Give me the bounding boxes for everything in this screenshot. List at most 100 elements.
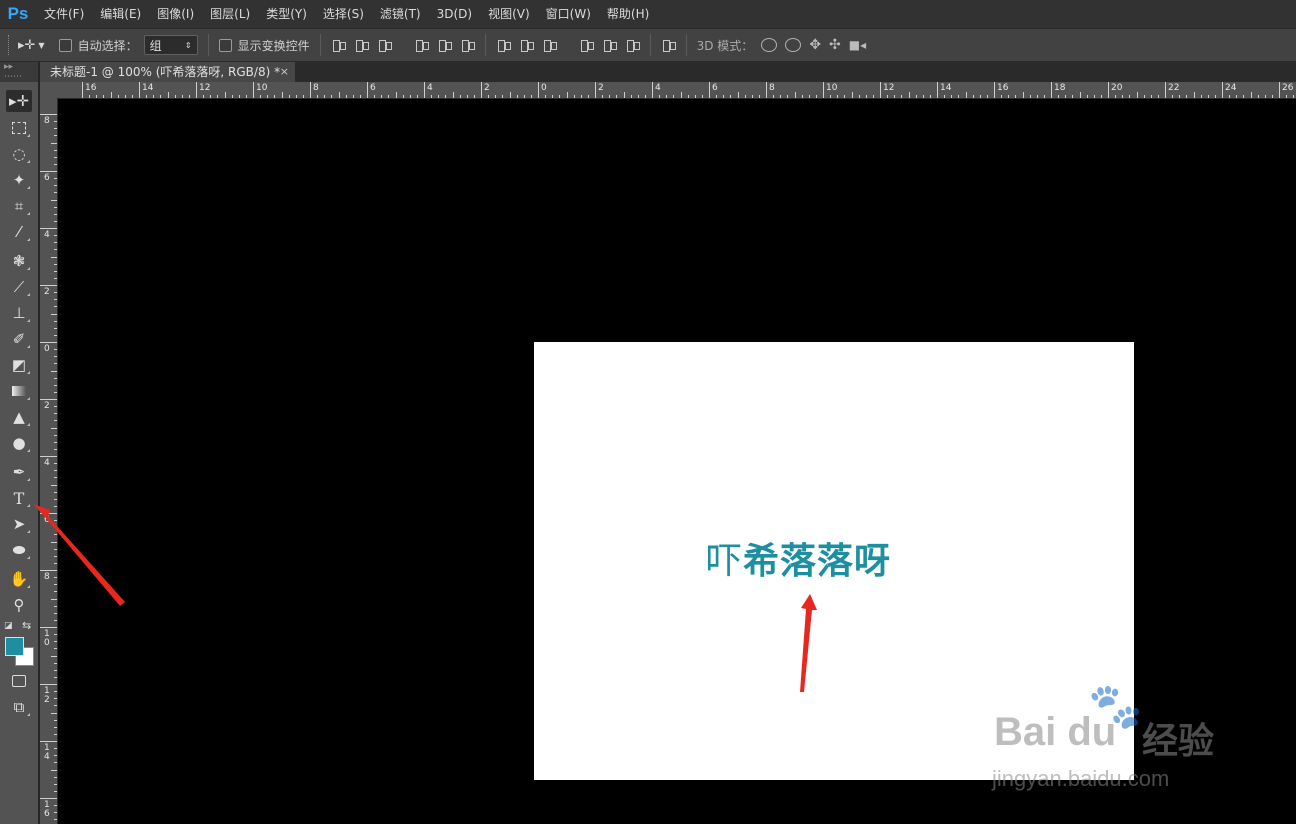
ruler-minor-tick <box>54 249 57 251</box>
align-hcenter-icon[interactable] <box>437 38 452 52</box>
align-top-icon[interactable] <box>331 38 346 52</box>
ruler-minor-tick <box>1243 95 1245 98</box>
ruler-minor-tick <box>54 263 57 265</box>
distribute-right-icon[interactable] <box>625 38 640 52</box>
ruler-minor-tick <box>274 95 276 98</box>
align-vcenter-icon[interactable] <box>354 38 369 52</box>
distribute-bottom-icon[interactable] <box>542 38 557 52</box>
history-brush-icon[interactable]: ✐ <box>6 328 32 350</box>
ruler-major-tick <box>40 798 57 799</box>
ruler-minor-tick <box>103 95 105 98</box>
swap-colors-icon[interactable]: ⇆ <box>22 619 31 632</box>
ruler-minor-tick <box>409 95 411 98</box>
pen-icon[interactable]: ✒ <box>6 461 32 483</box>
ruler-major-tick <box>40 684 57 685</box>
ruler-minor-tick <box>54 156 57 158</box>
move-tool-icon[interactable]: ▸✛ <box>6 90 32 112</box>
ruler-minor-tick <box>54 420 57 422</box>
type-icon[interactable]: T <box>6 487 32 509</box>
toolbox-header[interactable]: ▸▸ ⋯⋯ <box>0 62 38 82</box>
ruler-minor-tick <box>54 805 57 807</box>
menu-image[interactable]: 图像(I) <box>149 0 202 28</box>
drag-3d-icon[interactable]: ✥ <box>809 37 821 53</box>
brush-icon[interactable]: ⟋ <box>6 276 32 298</box>
vertical-ruler[interactable]: 8 6 4 2 0 2 4 6 8 1 0 1 2 1 4 1 6 <box>40 98 58 824</box>
eraser-icon[interactable]: ◩ <box>6 354 32 376</box>
menu-view[interactable]: 视图(V) <box>480 0 538 28</box>
foreground-color-swatch[interactable] <box>5 637 24 656</box>
distribute-left-icon[interactable] <box>579 38 594 52</box>
ruler-minor-tick <box>1122 95 1124 98</box>
ruler-minor-tick <box>317 95 319 98</box>
ruler-minor-tick <box>388 95 390 98</box>
rotate-3d-icon[interactable] <box>761 38 778 52</box>
options-grip[interactable] <box>8 35 12 55</box>
menu-edit[interactable]: 编辑(E) <box>92 0 149 28</box>
auto-select-checkbox[interactable] <box>58 38 72 52</box>
align-right-icon[interactable] <box>460 38 475 52</box>
crop-icon[interactable]: ⌗ <box>6 195 32 217</box>
magic-wand-icon[interactable]: ✦ <box>6 169 32 191</box>
eyedropper-icon[interactable]: ⁄ <box>6 221 32 243</box>
quick-mask-icon[interactable] <box>6 670 32 692</box>
ruler-minor-tick <box>51 199 57 201</box>
ruler-minor-tick <box>54 128 57 130</box>
separator <box>685 34 687 56</box>
align-bottom-icon[interactable] <box>377 38 392 52</box>
roll-3d-icon[interactable] <box>785 38 802 52</box>
path-select-icon[interactable]: ➤ <box>6 513 32 535</box>
marquee-icon[interactable] <box>6 117 32 139</box>
ruler-major-tick <box>481 82 482 98</box>
distribute-hcenter-icon[interactable] <box>602 38 617 52</box>
ruler-minor-tick <box>245 95 247 98</box>
menu-file[interactable]: 文件(F) <box>36 0 92 28</box>
menu-3d[interactable]: 3D(D) <box>429 0 480 28</box>
ruler-label: 4 <box>655 83 661 93</box>
separator <box>649 34 651 56</box>
tool-preset-picker[interactable]: ▸✛ ▼ <box>18 38 45 53</box>
ruler-minor-tick <box>54 505 57 507</box>
menu-select[interactable]: 选择(S) <box>315 0 372 28</box>
ruler-origin[interactable] <box>40 82 58 98</box>
lasso-icon[interactable]: ◌ <box>6 143 32 165</box>
ruler-minor-tick <box>54 819 57 821</box>
zoom-icon[interactable]: ⚲ <box>6 594 32 616</box>
ruler-major-tick <box>253 82 254 98</box>
gradient-icon[interactable] <box>6 380 32 402</box>
ruler-major-tick <box>937 82 938 98</box>
ruler-minor-tick <box>167 92 169 98</box>
hand-icon[interactable]: ✋ <box>6 568 32 590</box>
menu-type[interactable]: 类型(Y) <box>258 0 315 28</box>
healing-brush-icon[interactable]: ❃ <box>6 250 32 272</box>
distribute-vcenter-icon[interactable] <box>519 38 534 52</box>
close-icon[interactable]: × <box>280 62 289 82</box>
ruler-major-tick <box>880 82 881 98</box>
auto-select-dropdown[interactable]: 组 ⇕ <box>143 35 198 55</box>
menu-filter[interactable]: 滤镜(T) <box>372 0 429 28</box>
canvas-text-layer[interactable]: 吓希落落呀 <box>706 532 891 584</box>
menu-layer[interactable]: 图层(L) <box>202 0 258 28</box>
document-tab[interactable]: 未标题-1 @ 100% (吓希落落呀, RGB/8) * × <box>40 62 295 82</box>
ruler-minor-tick <box>54 783 57 785</box>
ruler-minor-tick <box>1293 95 1295 98</box>
default-colors-icon[interactable]: ◪ <box>4 621 13 631</box>
ruler-minor-tick <box>1207 95 1209 98</box>
screen-mode-icon[interactable]: ⧉ <box>6 696 32 718</box>
menu-help[interactable]: 帮助(H) <box>599 0 657 28</box>
ruler-major-tick <box>595 82 596 98</box>
show-transform-checkbox[interactable] <box>218 38 232 52</box>
scale-3d-icon[interactable]: ■◂ <box>849 38 866 52</box>
ruler-minor-tick <box>687 95 689 98</box>
slide-3d-icon[interactable]: ✣ <box>829 37 841 53</box>
ruler-major-tick <box>40 741 57 742</box>
auto-align-icon[interactable] <box>661 38 676 52</box>
ruler-major-tick <box>424 82 425 98</box>
horizontal-ruler[interactable]: 16 14 12 10 8 6 4 2 0 2 4 6 8 10 12 14 16 18 20 22 24 26 <box>58 82 1296 99</box>
menu-window[interactable]: 窗口(W) <box>538 0 599 28</box>
align-left-icon[interactable] <box>414 38 429 52</box>
stamp-icon[interactable]: ⊥ <box>6 302 32 324</box>
ellipse-icon[interactable]: ⬬ <box>6 539 32 561</box>
distribute-top-icon[interactable] <box>496 38 511 52</box>
blur-icon[interactable]: ▲ <box>6 406 32 428</box>
dodge-icon[interactable]: ● <box>6 432 32 454</box>
